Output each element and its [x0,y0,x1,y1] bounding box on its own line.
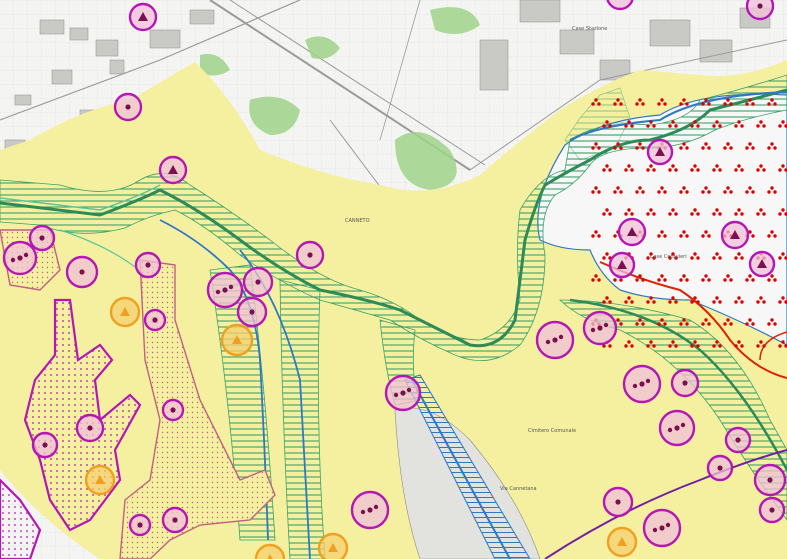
label-place-north: Case Stazione [572,26,607,32]
map-canvas: Case Stazione Case Cerquieri CANNETO Cim… [0,0,787,559]
dot-site-icon [758,496,786,524]
label-road: Via Cannetana [500,486,537,492]
dot-site-icon [28,224,56,252]
dot-site-icon [535,320,575,360]
dot-site-icon [622,364,662,404]
map-svg: Case Stazione Case Cerquieri CANNETO Cim… [0,0,787,559]
dot-site-icon [706,454,734,482]
dot-site-icon [295,240,325,270]
dot-site-icon [128,513,152,537]
triangle-site-icon [646,138,674,166]
dot-site-icon [384,374,422,412]
dot-site-icon [113,92,143,122]
triangle-site-icon [617,217,647,247]
dot-site-icon [582,310,618,346]
orange-site-icon [220,323,254,357]
dot-site-icon [65,255,99,289]
label-place-right: Case Cerquieri [650,254,687,260]
orange-site-icon [317,532,349,559]
dot-site-icon [350,490,390,530]
label-place-center: CANNETO [345,218,370,224]
dot-site-icon [602,486,634,518]
dot-site-icon [745,0,775,21]
dot-site-icon [642,508,682,548]
dot-site-icon [75,413,105,443]
triangle-site-icon [748,250,776,278]
dot-site-icon [724,426,752,454]
dot-site-icon [658,409,696,447]
triangle-site-icon [720,220,750,250]
dot-site-icon [143,308,167,332]
orange-site-icon [109,296,141,328]
orange-site-icon [84,464,116,496]
dot-site-icon [2,240,38,276]
dot-site-icon [670,368,700,398]
dot-site-icon [236,296,268,328]
dot-site-icon [206,271,244,309]
dot-site-icon [31,431,59,459]
triangle-site-icon [608,251,636,279]
dot-site-icon [753,463,787,497]
dot-site-icon [242,266,274,298]
triangle-site-icon [158,155,188,185]
orange-site-icon [606,526,638,558]
triangle-site-icon [128,2,158,32]
dot-site-icon [161,398,185,422]
label-place-south: Cimitero Comunale [528,428,576,434]
dot-site-icon [134,251,162,279]
dot-site-icon [161,506,189,534]
